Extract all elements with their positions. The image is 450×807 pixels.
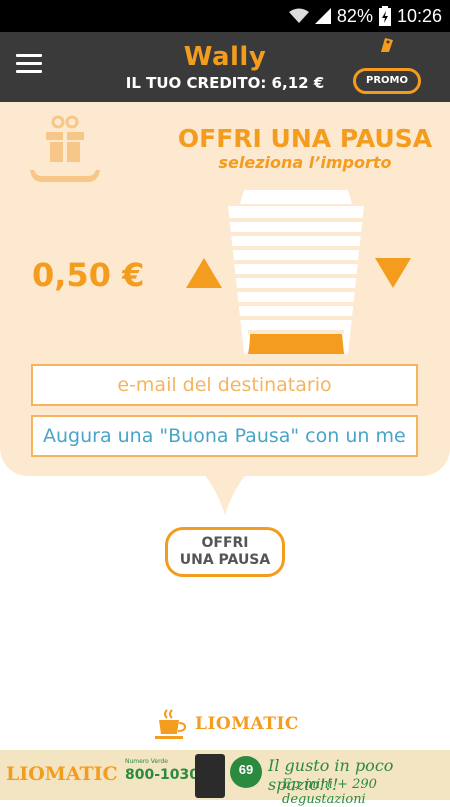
liomatic-logo-text: LIOMATIC <box>195 714 299 734</box>
panel-pointer <box>195 465 255 515</box>
banner-badge-number: 69 <box>238 762 254 777</box>
offer-subtitle: seleziona l’importo <box>218 153 392 172</box>
message-input[interactable] <box>31 415 418 457</box>
offer-button-line1: OFFRI <box>201 535 249 551</box>
signal-icon <box>314 8 331 24</box>
banner-badge: 69 <box>230 756 262 788</box>
offer-button-line2: UNA PAUSA <box>179 552 271 568</box>
banner-brand: LIOMATIC <box>6 763 118 785</box>
battery-icon <box>378 6 391 26</box>
wifi-icon <box>288 8 309 24</box>
increase-arrow-icon[interactable] <box>186 258 222 288</box>
coffee-cup-icon <box>155 709 187 739</box>
offer-title: OFFRI UNA PAUSA <box>177 124 433 153</box>
recipient-email-input[interactable] <box>31 364 418 406</box>
coffee-machine-image <box>195 754 225 798</box>
promo-button[interactable]: PROMO <box>353 68 421 94</box>
ad-banner[interactable]: LIOMATIC Numero Verde 800-103010 69 Il g… <box>0 750 450 807</box>
offer-break-button[interactable]: OFFRI UNA PAUSA <box>165 527 285 577</box>
tag-icon <box>381 38 393 52</box>
battery-percent: 82% <box>336 5 373 26</box>
gift-icon <box>30 115 100 182</box>
status-bar: 82% 10:26 <box>0 0 450 32</box>
decrease-arrow-icon[interactable] <box>375 258 411 288</box>
clock: 10:26 <box>396 5 442 26</box>
liomatic-logo: LIOMATIC <box>155 708 299 740</box>
banner-tagline-2: Ep mini + 290 degustazioni <box>282 777 377 807</box>
amount-value: 0,50 € <box>32 256 145 294</box>
cup-icon <box>226 190 366 354</box>
banner-phone-label: Numero Verde <box>125 758 168 765</box>
